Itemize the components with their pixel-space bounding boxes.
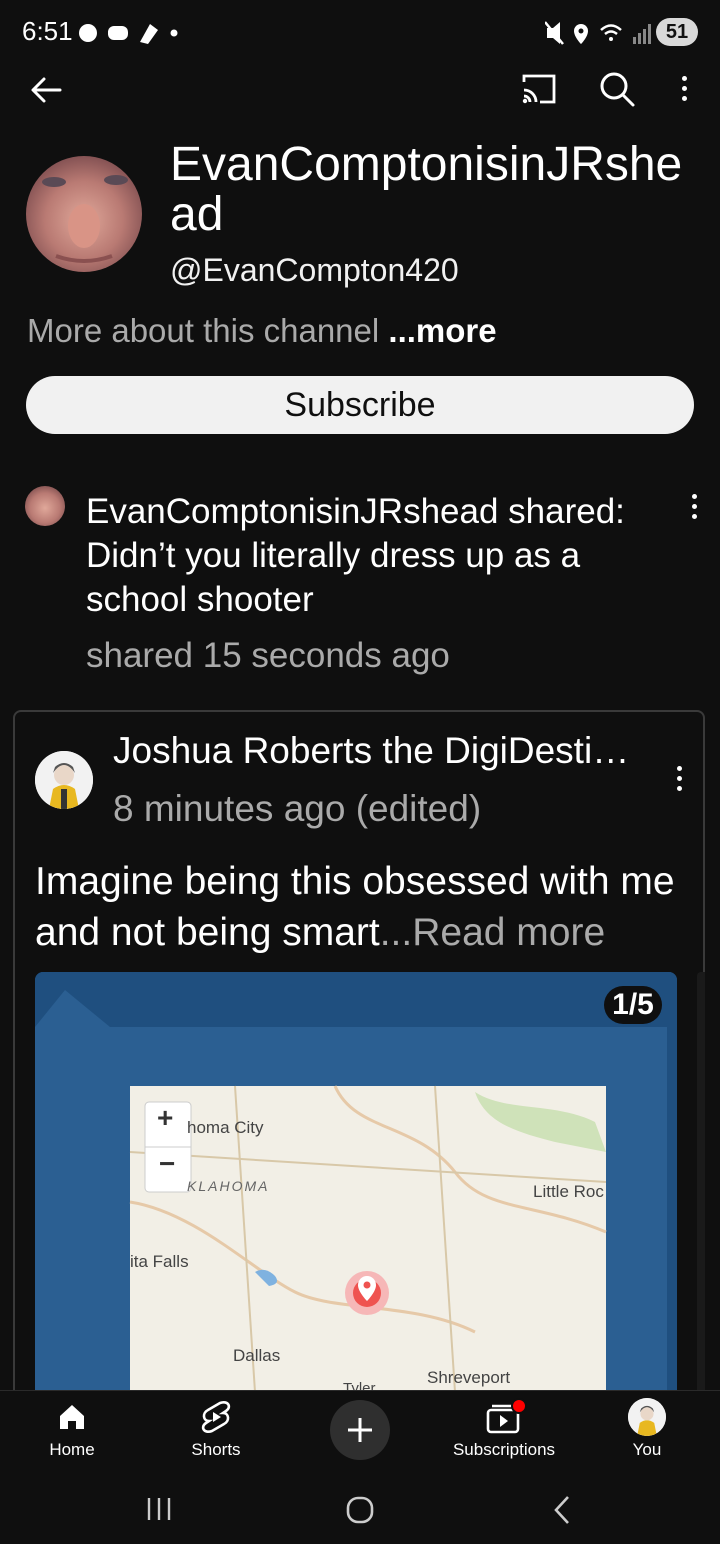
recents-icon[interactable] [144,1494,174,1524]
back-button-icon[interactable] [550,1494,574,1526]
nav-home[interactable]: Home [22,1402,122,1466]
map-label: KLAHOMA [187,1178,270,1194]
channel-avatar[interactable] [26,156,142,272]
nav-you[interactable]: You [612,1398,682,1466]
nav-you-label: You [632,1440,662,1459]
notification-icons [79,24,178,44]
map-label: Little Roc [533,1182,604,1201]
subscribe-button[interactable]: Subscribe [26,376,694,434]
post-menu-icon[interactable] [674,766,684,796]
status-bar: 6:51 51 [0,0,720,64]
more-vert-icon[interactable] [679,76,689,106]
nav-subscriptions[interactable]: Subscriptions [444,1398,564,1466]
map-label: Dallas [233,1346,281,1365]
map-label: Shreveport [427,1368,511,1387]
map-label: ita Falls [130,1252,189,1271]
battery-indicator: 51 [656,18,698,46]
poster-time: 8 minutes ago (edited) [113,788,482,829]
read-more-link[interactable]: ...Read more [380,911,605,954]
search-icon[interactable] [598,70,636,108]
share-post-time: shared 15 seconds ago [86,636,450,675]
system-nav-bar [0,1476,720,1544]
share-post-text: EvanComptonisinJRshead shared: Didn’t yo… [86,492,625,619]
poster-avatar[interactable] [35,751,93,809]
create-button[interactable] [330,1400,390,1460]
map-zoom-in: + [157,1102,174,1133]
you-avatar [628,1398,666,1436]
more-link[interactable]: ...more [388,312,496,349]
nav-home-label: Home [49,1440,95,1459]
notification-dot [511,1398,527,1414]
next-image-peek[interactable] [697,972,705,1392]
share-author-avatar[interactable] [25,486,65,526]
create-plus-icon [348,1418,372,1442]
channel-name: EvanComptonisinJRshead [170,138,683,241]
about-text: More about this channel [27,312,380,349]
nav-subscriptions-label: Subscriptions [452,1440,556,1459]
home-icon [60,1405,84,1429]
post-image[interactable]: + − homa City KLAHOMA Little Roc ita Fal… [35,972,677,1392]
nav-shorts[interactable]: Shorts [166,1400,266,1466]
home-button-icon[interactable] [344,1494,376,1526]
map-zoom-out: − [159,1148,176,1179]
cast-icon[interactable] [520,72,558,106]
status-time: 6:51 [22,16,73,46]
post-body[interactable]: Imagine being this obsessed with me and … [35,856,685,958]
system-status-icons [545,21,651,45]
image-counter: 1/5 [604,986,662,1024]
channel-handle: @EvanCompton420 [170,252,459,288]
nav-shorts-label: Shorts [191,1440,241,1459]
poster-name[interactable]: Joshua Roberts the DigiDestined [113,730,643,772]
map-label: homa City [187,1118,264,1137]
share-post-menu-icon[interactable] [689,494,699,524]
shorts-icon [201,1401,231,1433]
more-about-channel[interactable]: More about this channel ...more [27,312,497,350]
arrow-left-icon[interactable] [28,72,64,108]
